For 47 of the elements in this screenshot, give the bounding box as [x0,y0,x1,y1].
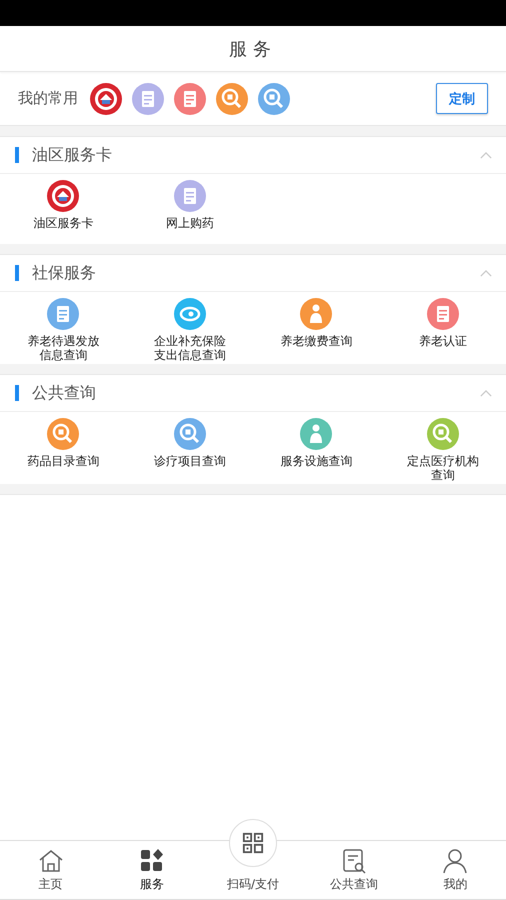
user-icon [442,848,468,874]
emblem-icon[interactable] [47,180,80,212]
nav-tab[interactable]: 服务 [101,841,202,899]
service-label[interactable]: 养老认证 [418,334,467,348]
service-label[interactable]: 定点医疗机构查询 [406,454,480,482]
nav-tab[interactable]: 公共查询 [304,841,405,899]
document-icon[interactable] [132,82,164,114]
nav-tab[interactable]: 我的 [404,841,506,899]
collapse-caret-icon[interactable] [480,270,492,276]
favorites-label: 我的常用 [18,89,78,108]
person-icon[interactable] [300,298,332,330]
document-icon[interactable] [47,298,80,330]
grid-icon [138,848,165,874]
service-label[interactable]: 药品目录查询 [27,454,100,468]
search-icon[interactable] [258,82,290,114]
customize-button[interactable]: 定制 [436,83,488,114]
search-icon[interactable] [174,418,206,450]
home-icon [38,848,64,874]
person-icon[interactable] [300,418,332,450]
ring-icon[interactable] [174,298,206,330]
search-icon[interactable] [216,82,248,114]
service-label[interactable]: 服务设施查询 [280,454,352,468]
accent-bar [15,147,19,163]
accent-bar [15,385,19,401]
nav-tab[interactable]: 主页 [0,841,102,899]
document-icon[interactable] [174,82,206,114]
service-label[interactable]: 诊疗项目查询 [154,454,226,468]
emblem-icon[interactable] [90,82,122,114]
document-icon[interactable] [426,298,459,330]
service-label[interactable]: 网上购药 [166,216,214,230]
accent-bar [15,265,19,281]
qr-code-icon [242,832,264,854]
service-label[interactable]: 油区服务卡 [33,216,94,230]
collapse-caret-icon[interactable] [480,390,492,396]
section-title: 油区服务卡 [32,144,112,166]
service-label[interactable]: 养老待遇发放信息查询 [26,334,100,362]
section-title: 公共查询 [32,382,96,404]
page-title: 服务 [229,38,277,60]
document-search-icon [341,848,368,874]
search-icon[interactable] [47,418,80,450]
collapse-caret-icon[interactable] [480,152,492,158]
section-title: 社保服务 [32,262,96,284]
service-label[interactable]: 养老缴费查询 [280,334,352,348]
search-icon[interactable] [426,418,459,450]
service-label[interactable]: 企业补充保险支出信息查询 [152,334,227,362]
document-icon[interactable] [174,180,206,212]
scan-tab[interactable]: 扫码/支付 [202,819,304,899]
